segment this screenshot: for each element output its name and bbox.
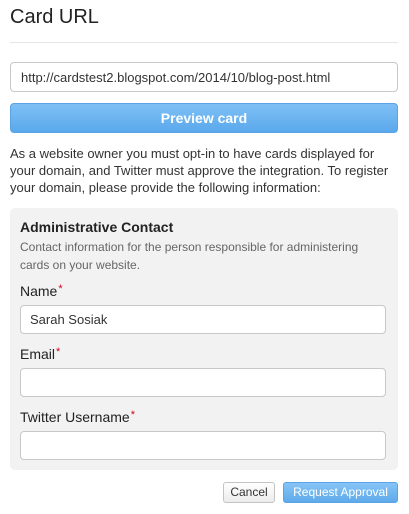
name-label: Name* <box>20 283 63 299</box>
name-label-text: Name <box>20 283 58 299</box>
preview-card-button[interactable]: Preview card <box>10 103 398 133</box>
email-label: Email* <box>20 346 60 362</box>
required-marker: * <box>58 283 63 295</box>
panel-description: Contact information for the person respo… <box>20 240 359 272</box>
email-label-text: Email <box>20 346 56 362</box>
panel-title: Administrative Contact <box>20 219 174 235</box>
twitter-username-label-text: Twitter Username <box>20 409 130 425</box>
opt-in-info-text: As a website owner you must opt-in to ha… <box>10 146 389 195</box>
name-input[interactable] <box>20 305 386 334</box>
card-url-page: Card URL Preview card As a website owner… <box>0 0 409 514</box>
card-url-input[interactable] <box>10 62 398 92</box>
email-input[interactable] <box>20 368 386 397</box>
cancel-button[interactable]: Cancel <box>223 482 275 503</box>
title-divider <box>10 42 398 43</box>
required-marker: * <box>130 409 135 421</box>
required-marker: * <box>56 346 61 358</box>
twitter-username-label: Twitter Username* <box>20 409 135 425</box>
administrative-contact-panel: Administrative Contact Contact informati… <box>10 208 398 470</box>
twitter-username-input[interactable] <box>20 431 386 460</box>
request-approval-button[interactable]: Request Approval <box>283 482 398 503</box>
page-title: Card URL <box>10 6 99 28</box>
